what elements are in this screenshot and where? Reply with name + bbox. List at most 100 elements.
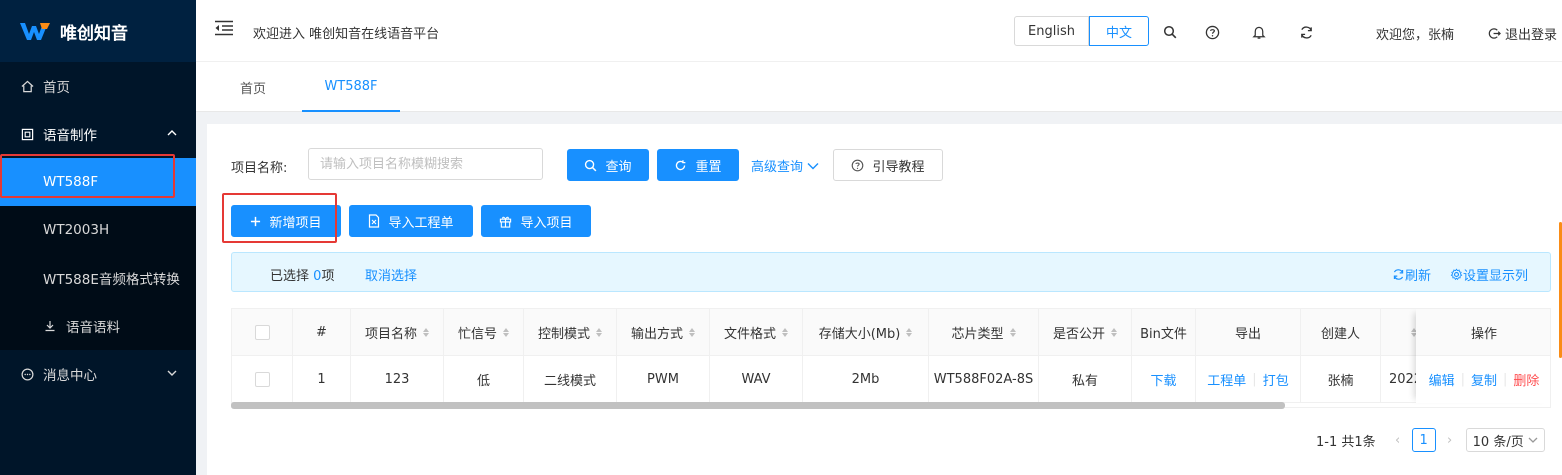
logo: 唯创知音 bbox=[0, 0, 196, 62]
chevron-up-icon bbox=[166, 127, 178, 139]
reset-button[interactable]: 重置 bbox=[657, 149, 739, 181]
language-switcher: English 中文 bbox=[1014, 16, 1149, 46]
search-icon bbox=[585, 159, 597, 171]
menu-fold-icon[interactable] bbox=[214, 20, 234, 38]
prev-page-icon[interactable]: ‹ bbox=[1388, 433, 1408, 448]
sidebar-item-voice-corpus[interactable]: 语音语料 bbox=[0, 302, 196, 350]
lang-chinese-button[interactable]: 中文 bbox=[1089, 16, 1149, 46]
sort-icon bbox=[689, 328, 695, 337]
row-checkbox[interactable] bbox=[254, 372, 270, 387]
header-is-public[interactable]: 是否公开 bbox=[1039, 309, 1132, 356]
tab-home[interactable]: 首页 bbox=[240, 62, 266, 112]
header-file-format[interactable]: 文件格式 bbox=[710, 309, 803, 356]
app-name: 唯创知音 bbox=[60, 23, 128, 44]
table-row: 1 123 低 二线模式 PWM WAV 2Mb WT588F02A-8S 私有… bbox=[232, 356, 1550, 403]
header-creator: 创建人 bbox=[1301, 309, 1381, 356]
sort-icon bbox=[1009, 328, 1016, 337]
cell-file-format: WAV bbox=[710, 356, 803, 403]
sort-icon bbox=[1111, 328, 1117, 337]
select-all-checkbox[interactable] bbox=[254, 325, 270, 340]
welcome-text: 欢迎进入 唯创知音在线语音平台 bbox=[253, 27, 440, 42]
advanced-query-label: 高级查询 bbox=[751, 160, 804, 175]
column-settings-label: 设置显示列 bbox=[1463, 269, 1529, 284]
guide-tutorial-button[interactable]: 引导教程 bbox=[833, 149, 943, 181]
project-name-search-input[interactable] bbox=[308, 148, 543, 180]
sidebar-submenu: WT588F WT2003H WT588E音频格式转换 语音语料 bbox=[0, 158, 196, 350]
header-label: 是否公开 bbox=[1052, 327, 1105, 342]
sort-icon bbox=[503, 328, 509, 337]
bell-icon[interactable] bbox=[1251, 24, 1267, 40]
header-chip-type[interactable]: 芯片类型 bbox=[929, 309, 1039, 356]
header-label: 忙信号 bbox=[457, 327, 497, 342]
sidebar-item-message-center[interactable]: 消息中心 bbox=[0, 350, 196, 398]
download-bin-link[interactable]: 下载 bbox=[1150, 370, 1176, 389]
search-icon[interactable] bbox=[1162, 24, 1178, 40]
pagination-total: 1-1 共1条 bbox=[1316, 434, 1376, 450]
import-project-button[interactable]: 导入项目 bbox=[481, 205, 591, 237]
copy-link[interactable]: 复制 bbox=[1471, 370, 1497, 389]
header-select-all bbox=[232, 309, 293, 356]
help-icon[interactable] bbox=[1204, 24, 1220, 40]
cell-project-name: 123 bbox=[351, 356, 444, 403]
cell-export: 工程单 | 打包 bbox=[1196, 356, 1301, 403]
sidebar-item-label: 首页 bbox=[43, 80, 70, 96]
cell-output-mode: PWM bbox=[617, 356, 710, 403]
page-number-button[interactable]: 1 bbox=[1411, 428, 1436, 452]
next-page-icon[interactable]: › bbox=[1440, 433, 1460, 448]
edit-link[interactable]: 编辑 bbox=[1429, 370, 1455, 389]
new-project-label: 新增项目 bbox=[269, 215, 322, 231]
header-project-name[interactable]: 项目名称 bbox=[351, 309, 444, 356]
sort-icon bbox=[782, 328, 788, 337]
divider: | bbox=[1252, 372, 1257, 387]
column-settings-link[interactable]: 设置显示列 bbox=[1450, 265, 1528, 284]
header-storage-size[interactable]: 存储大小(Mb) bbox=[803, 309, 929, 356]
top-header: 欢迎进入 唯创知音在线语音平台 English 中文 欢迎您，张楠 退出登录 bbox=[196, 0, 1562, 62]
new-project-button[interactable]: 新增项目 bbox=[231, 205, 341, 237]
delete-link[interactable]: 删除 bbox=[1513, 370, 1539, 389]
sidebar-item-wt588f[interactable]: WT588F bbox=[0, 158, 196, 206]
header-output-mode[interactable]: 输出方式 bbox=[617, 309, 710, 356]
plus-icon bbox=[251, 216, 261, 226]
horizontal-scrollbar[interactable] bbox=[231, 402, 1285, 409]
selection-prefix: 已选择 bbox=[270, 269, 310, 284]
fixed-operation-column: 操作 编辑 | 复制 | 删除 bbox=[1416, 309, 1550, 403]
lang-english-button[interactable]: English bbox=[1014, 16, 1089, 46]
header-label: 控制模式 bbox=[537, 327, 590, 342]
tab-wt588f[interactable]: WT588F bbox=[302, 62, 400, 112]
selection-suffix: 项 bbox=[321, 269, 335, 284]
logout-button[interactable]: 退出登录 bbox=[1488, 24, 1557, 43]
row-select-cell bbox=[232, 356, 293, 403]
sidebar-item-wt588e-convert[interactable]: WT588E音频格式转换 bbox=[0, 254, 196, 302]
gift-icon bbox=[500, 216, 512, 228]
cell-busy-signal: 低 bbox=[444, 356, 524, 403]
page-size-select[interactable]: 10 条/页 bbox=[1465, 428, 1545, 452]
sidebar-item-label: 语音制作 bbox=[43, 128, 97, 144]
header-label: 输出方式 bbox=[630, 327, 683, 342]
reset-label: 重置 bbox=[695, 159, 722, 175]
refresh-icon[interactable] bbox=[1298, 24, 1314, 40]
sidebar-item-voice-production[interactable]: 语音制作 bbox=[0, 110, 196, 158]
chevron-down-icon bbox=[1528, 437, 1538, 443]
import-sheet-button[interactable]: 导入工程单 bbox=[349, 205, 473, 237]
query-button[interactable]: 查询 bbox=[567, 149, 649, 181]
header-busy-signal[interactable]: 忙信号 bbox=[444, 309, 524, 356]
table-header-row: # 项目名称 忙信号 控制模式 输出方式 文件格式 存储大小(Mb) 芯片类型 … bbox=[232, 309, 1550, 356]
sort-icon bbox=[596, 328, 602, 337]
export-pack-link[interactable]: 打包 bbox=[1263, 370, 1289, 389]
selection-info-bar: 已选择 0项 取消选择 刷新 设置显示列 bbox=[231, 252, 1551, 292]
logout-icon bbox=[1488, 28, 1501, 39]
sidebar-item-wt2003h[interactable]: WT2003H bbox=[0, 206, 196, 254]
sort-icon bbox=[423, 328, 429, 337]
advanced-query-link[interactable]: 高级查询 bbox=[751, 156, 819, 175]
logout-label: 退出登录 bbox=[1505, 28, 1558, 43]
cancel-selection-link[interactable]: 取消选择 bbox=[365, 265, 417, 284]
export-sheet-link[interactable]: 工程单 bbox=[1207, 370, 1246, 389]
sidebar: 唯创知音 首页 语音制作 WT588F WT2003H WT588E音频格式转换 bbox=[0, 0, 196, 475]
table-refresh-link[interactable]: 刷新 bbox=[1392, 265, 1431, 284]
header-label: 存储大小(Mb) bbox=[818, 327, 901, 342]
sidebar-item-home[interactable]: 首页 bbox=[0, 62, 196, 110]
chevron-down-icon bbox=[807, 162, 819, 169]
refresh-icon bbox=[1393, 269, 1404, 280]
header-control-mode[interactable]: 控制模式 bbox=[524, 309, 617, 356]
download-icon bbox=[43, 319, 57, 333]
